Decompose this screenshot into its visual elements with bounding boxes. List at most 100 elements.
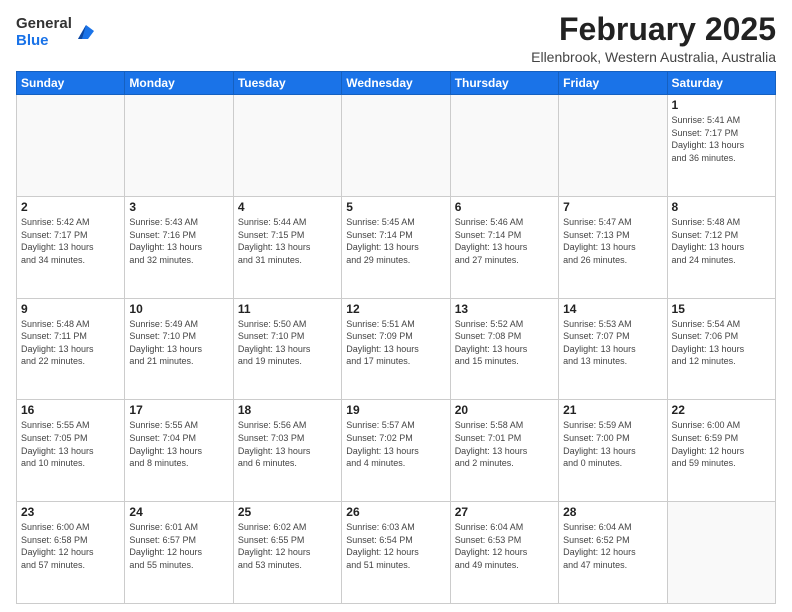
day-number: 12 <box>346 302 445 316</box>
table-row: 4 Sunrise: 5:44 AM Sunset: 7:15 PM Daylig… <box>233 196 341 298</box>
day-number: 15 <box>672 302 771 316</box>
table-row: 6 Sunrise: 5:46 AM Sunset: 7:14 PM Daylig… <box>450 196 558 298</box>
day-number: 10 <box>129 302 228 316</box>
day-number: 2 <box>21 200 120 214</box>
day-number: 5 <box>346 200 445 214</box>
col-sunday: Sunday <box>17 72 125 95</box>
logo-text: General Blue <box>16 16 72 49</box>
table-row: 9 Sunrise: 5:48 AM Sunset: 7:11 PM Daylig… <box>17 298 125 400</box>
day-number: 21 <box>563 403 662 417</box>
table-row: 7 Sunrise: 5:47 AM Sunset: 7:13 PM Daylig… <box>559 196 667 298</box>
table-row: 19 Sunrise: 5:57 AM Sunset: 7:02 PM Dayli… <box>342 400 450 502</box>
day-info: Sunrise: 5:55 AM Sunset: 7:05 PM Dayligh… <box>21 419 120 469</box>
logo-icon <box>74 21 96 43</box>
day-info: Sunrise: 6:00 AM Sunset: 6:59 PM Dayligh… <box>672 419 771 469</box>
day-number: 27 <box>455 505 554 519</box>
table-row: 13 Sunrise: 5:52 AM Sunset: 7:08 PM Dayli… <box>450 298 558 400</box>
subtitle: Ellenbrook, Western Australia, Australia <box>531 49 776 65</box>
day-number: 24 <box>129 505 228 519</box>
table-row: 2 Sunrise: 5:42 AM Sunset: 7:17 PM Daylig… <box>17 196 125 298</box>
day-info: Sunrise: 5:46 AM Sunset: 7:14 PM Dayligh… <box>455 216 554 266</box>
day-info: Sunrise: 5:52 AM Sunset: 7:08 PM Dayligh… <box>455 318 554 368</box>
page: General Blue February 2025 Ellenbrook, W… <box>0 0 792 612</box>
day-info: Sunrise: 5:48 AM Sunset: 7:11 PM Dayligh… <box>21 318 120 368</box>
day-info: Sunrise: 5:55 AM Sunset: 7:04 PM Dayligh… <box>129 419 228 469</box>
table-row <box>17 95 125 197</box>
day-number: 17 <box>129 403 228 417</box>
table-row: 12Sunrise: 5:51 AM Sunset: 7:09 PM Dayli… <box>342 298 450 400</box>
day-number: 26 <box>346 505 445 519</box>
day-number: 1 <box>672 98 771 112</box>
col-saturday: Saturday <box>667 72 775 95</box>
table-row: 26 Sunrise: 6:03 AM Sunset: 6:54 PM Dayli… <box>342 502 450 604</box>
day-number: 28 <box>563 505 662 519</box>
col-wednesday: Wednesday <box>342 72 450 95</box>
main-title: February 2025 <box>531 12 776 47</box>
table-row: 10 Sunrise: 5:49 AM Sunset: 7:10 PM Dayli… <box>125 298 233 400</box>
table-row: 11Sunrise: 5:50 AM Sunset: 7:10 PM Dayli… <box>233 298 341 400</box>
day-number: 14 <box>563 302 662 316</box>
day-info: Sunrise: 5:49 AM Sunset: 7:10 PM Dayligh… <box>129 318 228 368</box>
table-row: 21 Sunrise: 5:59 AM Sunset: 7:00 PM Dayli… <box>559 400 667 502</box>
calendar-week-2: 9 Sunrise: 5:48 AM Sunset: 7:11 PM Daylig… <box>17 298 776 400</box>
table-row <box>233 95 341 197</box>
day-info: Sunrise: 6:00 AM Sunset: 6:58 PM Dayligh… <box>21 521 120 571</box>
day-number: 7 <box>563 200 662 214</box>
table-row: 3Sunrise: 5:43 AM Sunset: 7:16 PM Daylig… <box>125 196 233 298</box>
day-number: 22 <box>672 403 771 417</box>
day-number: 11 <box>238 302 337 316</box>
table-row <box>125 95 233 197</box>
day-number: 13 <box>455 302 554 316</box>
day-number: 3 <box>129 200 228 214</box>
day-number: 6 <box>455 200 554 214</box>
day-info: Sunrise: 5:44 AM Sunset: 7:15 PM Dayligh… <box>238 216 337 266</box>
day-info: Sunrise: 6:01 AM Sunset: 6:57 PM Dayligh… <box>129 521 228 571</box>
day-info: Sunrise: 5:57 AM Sunset: 7:02 PM Dayligh… <box>346 419 445 469</box>
header: General Blue February 2025 Ellenbrook, W… <box>16 12 776 65</box>
table-row: 1 Sunrise: 5:41 AM Sunset: 7:17 PM Daylig… <box>667 95 775 197</box>
col-tuesday: Tuesday <box>233 72 341 95</box>
table-row: 25 Sunrise: 6:02 AM Sunset: 6:55 PM Dayli… <box>233 502 341 604</box>
table-row: 14Sunrise: 5:53 AM Sunset: 7:07 PM Dayli… <box>559 298 667 400</box>
day-number: 9 <box>21 302 120 316</box>
table-row: 22 Sunrise: 6:00 AM Sunset: 6:59 PM Dayli… <box>667 400 775 502</box>
table-row: 8Sunrise: 5:48 AM Sunset: 7:12 PM Daylig… <box>667 196 775 298</box>
calendar-week-1: 2 Sunrise: 5:42 AM Sunset: 7:17 PM Daylig… <box>17 196 776 298</box>
day-info: Sunrise: 6:02 AM Sunset: 6:55 PM Dayligh… <box>238 521 337 571</box>
col-thursday: Thursday <box>450 72 558 95</box>
day-info: Sunrise: 5:47 AM Sunset: 7:13 PM Dayligh… <box>563 216 662 266</box>
title-block: February 2025 Ellenbrook, Western Austra… <box>531 12 776 65</box>
day-info: Sunrise: 5:58 AM Sunset: 7:01 PM Dayligh… <box>455 419 554 469</box>
day-info: Sunrise: 6:04 AM Sunset: 6:52 PM Dayligh… <box>563 521 662 571</box>
col-monday: Monday <box>125 72 233 95</box>
calendar-week-0: 1 Sunrise: 5:41 AM Sunset: 7:17 PM Daylig… <box>17 95 776 197</box>
day-number: 25 <box>238 505 337 519</box>
day-info: Sunrise: 5:42 AM Sunset: 7:17 PM Dayligh… <box>21 216 120 266</box>
day-info: Sunrise: 5:56 AM Sunset: 7:03 PM Dayligh… <box>238 419 337 469</box>
day-number: 4 <box>238 200 337 214</box>
day-number: 16 <box>21 403 120 417</box>
table-row <box>559 95 667 197</box>
table-row <box>667 502 775 604</box>
table-row: 16 Sunrise: 5:55 AM Sunset: 7:05 PM Dayli… <box>17 400 125 502</box>
logo: General Blue <box>16 16 96 49</box>
logo-blue: Blue <box>16 33 72 50</box>
day-number: 23 <box>21 505 120 519</box>
table-row: 18 Sunrise: 5:56 AM Sunset: 7:03 PM Dayli… <box>233 400 341 502</box>
day-number: 19 <box>346 403 445 417</box>
calendar-week-4: 23 Sunrise: 6:00 AM Sunset: 6:58 PM Dayli… <box>17 502 776 604</box>
table-row: 17 Sunrise: 5:55 AM Sunset: 7:04 PM Dayli… <box>125 400 233 502</box>
day-number: 8 <box>672 200 771 214</box>
table-row: 28 Sunrise: 6:04 AM Sunset: 6:52 PM Dayli… <box>559 502 667 604</box>
day-info: Sunrise: 6:04 AM Sunset: 6:53 PM Dayligh… <box>455 521 554 571</box>
day-info: Sunrise: 6:03 AM Sunset: 6:54 PM Dayligh… <box>346 521 445 571</box>
day-number: 18 <box>238 403 337 417</box>
logo-general: General <box>16 16 72 33</box>
table-row <box>342 95 450 197</box>
table-row: 24 Sunrise: 6:01 AM Sunset: 6:57 PM Dayli… <box>125 502 233 604</box>
table-row: 5Sunrise: 5:45 AM Sunset: 7:14 PM Daylig… <box>342 196 450 298</box>
table-row <box>450 95 558 197</box>
day-info: Sunrise: 5:59 AM Sunset: 7:00 PM Dayligh… <box>563 419 662 469</box>
calendar-table: Sunday Monday Tuesday Wednesday Thursday… <box>16 71 776 604</box>
day-info: Sunrise: 5:41 AM Sunset: 7:17 PM Dayligh… <box>672 114 771 164</box>
